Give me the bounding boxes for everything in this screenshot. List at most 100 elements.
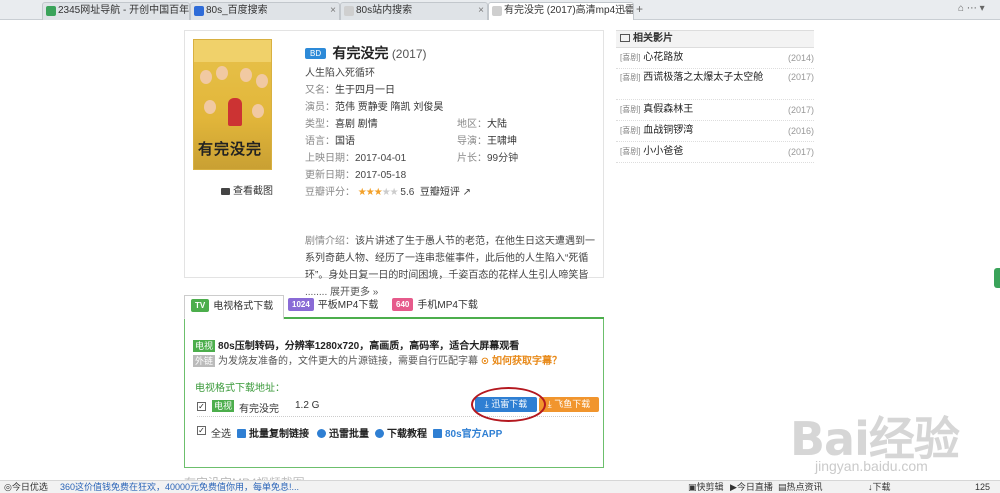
today-live-label: 今日直播 (736, 482, 773, 492)
batch-xunlei-button[interactable]: 迅雷批量 (317, 425, 369, 440)
downloads[interactable]: ↓ 下载 (868, 481, 891, 493)
poster-face (252, 104, 264, 118)
toolbar-menu-icons[interactable]: ⌂ ⋯ ▾ (958, 3, 985, 14)
zoom-level[interactable]: 125 (975, 481, 990, 493)
related-name[interactable]: 西谎极落之太爆太子太空舱 (643, 72, 763, 83)
shortcut-clip-label: 快剪辑 (696, 482, 724, 492)
poster-banner (194, 40, 271, 62)
item-name[interactable]: 有完没完 (239, 400, 279, 415)
tab-movie-page[interactable]: 有完没完 (2017)高清mp4迅雷下载 × (488, 2, 634, 20)
update-date-key: 更新日期： (305, 170, 355, 181)
page-icon (492, 6, 502, 16)
today-live[interactable]: ▶ 今日直播 (730, 481, 773, 493)
region-value[interactable]: 大陆 (487, 119, 507, 130)
select-all-checkbox[interactable]: ✓ (197, 426, 206, 435)
release-date-value: 2017-04-01 (355, 153, 407, 164)
poster-face (256, 74, 268, 88)
download-address-label: 电视格式下载地址： (195, 383, 285, 394)
tablet-pill: 1024 (288, 298, 314, 311)
director-value[interactable]: 王啸坤 (487, 136, 517, 147)
movie-title: 有完没完 (332, 45, 389, 61)
view-screenshots-link[interactable]: 查看截图 (221, 182, 273, 197)
format-note-tv: 电视 80s压制转码，分辨率1280x720，高画质，高码率，适合大屏幕观看 (193, 337, 519, 352)
language-field: 语言：国语 (305, 132, 355, 147)
browser-tab-bar: 2345网址导航 - 开创中国百年品牌 80s_百度搜索 × 80s站内搜索 ×… (0, 0, 1000, 20)
related-movies-header: 相关影片 (616, 30, 814, 48)
batch-copy-button[interactable]: 批量复制链接 (237, 425, 309, 440)
tab-phone-mp4[interactable]: 640 手机MP4下载 (392, 295, 492, 319)
copy-icon (237, 429, 246, 438)
genre-tag: [喜剧] (620, 105, 641, 114)
side-float-handle[interactable] (994, 268, 1000, 288)
tab-2345[interactable]: 2345网址导航 - 开创中国百年品牌 (42, 2, 190, 20)
language-value[interactable]: 国语 (335, 136, 355, 147)
item-format-chip: 电视 (212, 400, 235, 412)
alias-key: 又名： (305, 85, 335, 96)
today-picks[interactable]: ◎ 今日优选 (4, 481, 48, 493)
related-item[interactable]: [喜剧] 真假森林王 (2017) (616, 100, 814, 121)
tab-site-search[interactable]: 80s站内搜索 × (340, 2, 488, 20)
tab-tv-format[interactable]: TV 电视格式下载 (184, 295, 284, 320)
genre-key: 类型： (305, 119, 335, 130)
related-item[interactable]: [喜剧] 小小爸爸 (2017) (616, 142, 814, 163)
feiyu-download-button[interactable]: ⤓ 飞鱼下载 (539, 397, 599, 412)
bd-badge: BD (305, 48, 327, 59)
tab-baidu-search[interactable]: 80s_百度搜索 × (190, 2, 340, 20)
release-date-field: 上映日期：2017-04-01 (305, 149, 406, 164)
movie-tagline: 人生陷入死循环 (305, 68, 375, 79)
official-app-button[interactable]: 80s官方APP (433, 425, 502, 440)
douban-review-link[interactable]: 豆瓣短评 (420, 187, 460, 198)
related-name[interactable]: 心花路放 (643, 52, 683, 63)
item-checkbox[interactable]: ✓ (197, 402, 206, 411)
poster-figure (228, 98, 242, 126)
genre-value[interactable]: 喜剧 剧情 (335, 119, 378, 130)
nav-site-icon (46, 6, 56, 16)
tab-label: 电视格式下载 (213, 301, 274, 312)
related-name[interactable]: 血战铜锣湾 (643, 125, 693, 136)
select-all-label[interactable]: 全选 (211, 425, 231, 440)
related-year: (2017) (787, 72, 814, 82)
related-year: (2017) (787, 147, 814, 157)
region-key: 地区： (457, 119, 487, 130)
camera-icon (221, 188, 230, 195)
external-desc: 为发烧友准备的，文件更大的片源链接，需要自行匹配字幕 (218, 356, 479, 367)
related-name[interactable]: 小小爸爸 (643, 146, 683, 157)
alias-field: 又名：生于四月一日 (305, 81, 395, 96)
cloud-icon (317, 429, 326, 438)
close-icon[interactable]: × (478, 3, 484, 19)
watermark-url: jingyan.baidu.com (815, 458, 928, 474)
tutorial-label: 下载教程 (387, 429, 427, 440)
tab-label: 80s站内搜索 (356, 5, 413, 16)
format-note-external: 外链 为发烧友准备的，文件更大的片源链接，需要自行匹配字幕 ⊙ 如何获取字幕？ (193, 352, 562, 367)
related-item[interactable]: [喜剧] 血战铜锣湾 (2016) (616, 121, 814, 142)
related-item[interactable]: [喜剧] 西谎极落之太爆太子太空舱 (2017) (616, 69, 814, 100)
news-ticker[interactable]: 360这价值钱免费在狂欢，40000元免费值你用，每单免息!... (60, 481, 299, 493)
downloads-label: 下载 (872, 482, 891, 492)
hot-news[interactable]: ▤ 热点资讯 (778, 481, 823, 493)
tv-format-desc: 80s压制转码，分辨率1280x720，高画质，高码率，适合大屏幕观看 (218, 341, 520, 352)
hot-news-label: 热点资讯 (786, 482, 823, 492)
movie-poster[interactable]: 有完没完 (193, 39, 272, 170)
subtitle-help-link[interactable]: ⊙ 如何获取字幕？ (481, 356, 562, 367)
external-link-icon[interactable]: ↗ (463, 187, 471, 198)
download-panel: 电视 80s压制转码，分辨率1280x720，高画质，高码率，适合大屏幕观看 外链… (184, 319, 604, 468)
new-tab-button[interactable]: + (636, 2, 643, 16)
close-icon[interactable]: × (624, 3, 630, 19)
close-icon[interactable]: × (330, 3, 336, 19)
director-key: 导演： (457, 136, 487, 147)
genre-field: 类型：喜剧 剧情 (305, 115, 378, 130)
item-size: 1.2 G (295, 400, 320, 411)
download-item-row: ✓ 电视 有完没完 1.2 G ⤓ 迅雷下载 ⤓ 飞鱼下载 (197, 387, 599, 422)
tutorial-button[interactable]: 下载教程 (375, 425, 427, 440)
monitor-icon (433, 429, 442, 438)
shortcut-clip[interactable]: ▣ 快剪辑 (688, 481, 724, 493)
tab-tablet-mp4[interactable]: 1024 平板MP4下载 (288, 295, 388, 319)
related-name[interactable]: 真假森林王 (643, 104, 693, 115)
related-item[interactable]: [喜剧] 心花路放 (2014) (616, 48, 814, 69)
related-movies-title: 相关影片 (633, 33, 673, 44)
related-year: (2014) (787, 53, 814, 63)
cast-value[interactable]: 范伟 贾静雯 隋凯 刘俊昊 (335, 102, 443, 113)
update-date-field: 更新日期：2017-05-18 (305, 166, 406, 181)
movie-year: (2017) (391, 47, 427, 61)
alias-value[interactable]: 生于四月一日 (335, 85, 395, 96)
